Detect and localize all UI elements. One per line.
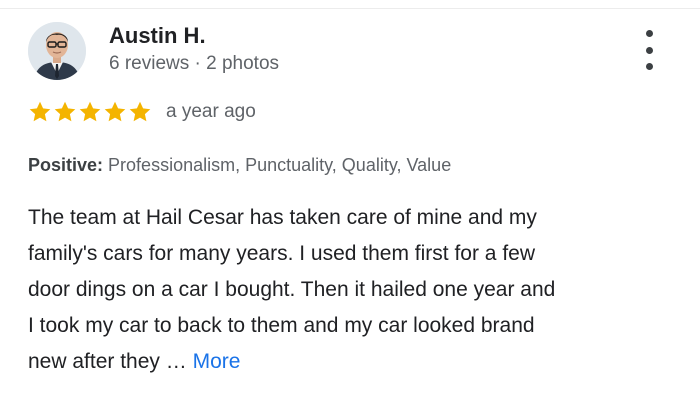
reviewer-name[interactable]: Austin H. [109,22,206,50]
review-text: The team at Hail Cesar has taken care of… [28,200,678,380]
star-icon [79,101,101,122]
star-icon [104,101,126,122]
review-line: The team at Hail Cesar has taken care of… [28,206,537,229]
review-line-last: new after they … More [28,344,678,380]
star-rating [28,100,152,124]
star-icon [54,101,76,122]
review-card: Austin H. 6 reviews · 2 photos a year ag… [0,0,700,400]
more-vert-icon[interactable] [636,30,662,70]
review-date: a year ago [166,101,256,122]
avatar[interactable] [28,22,86,80]
review-attributes: Positive: Professionalism, Punctuality, … [28,153,451,177]
star-icon [29,101,51,122]
menu-dot [645,63,653,70]
star-icon [129,101,151,122]
review-line: family's cars for many years. I used the… [28,242,535,265]
review-line-text: new after they … [28,350,187,373]
review-line: door dings on a car I bought. Then it ha… [28,278,556,301]
more-link[interactable]: More [193,350,241,373]
review-line: I took my car to back to them and my car… [28,314,535,337]
attributes-values: Professionalism, Punctuality, Quality, V… [108,155,452,175]
reviewer-meta: 6 reviews · 2 photos [109,53,280,74]
rating-row: a year ago [28,98,256,126]
avatar-image [28,22,86,80]
attributes-label: Positive: [28,155,104,175]
menu-dot [645,46,653,54]
menu-dot [645,30,653,37]
